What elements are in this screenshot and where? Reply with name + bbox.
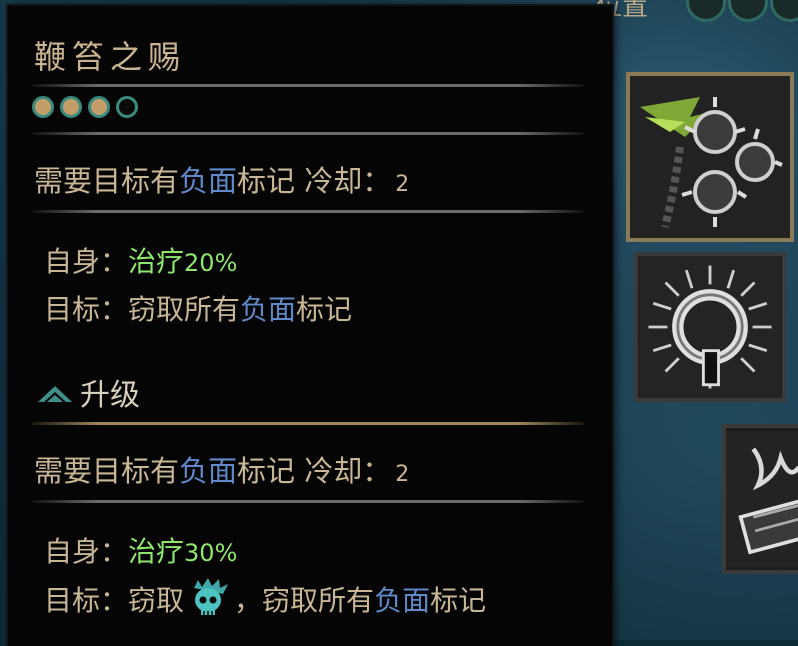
skill-slot-chained-box[interactable] [722, 424, 798, 574]
upgrade-label: 升级 [80, 378, 140, 413]
req-text: 标记 [237, 454, 296, 488]
base-target-effect: 目标：窃取所有负面标记 [44, 288, 352, 328]
upgraded-requirement-divider [32, 500, 584, 503]
cooldown-value: 2 [395, 172, 410, 197]
upgrade-icon [38, 386, 72, 402]
self-label: 自身： [44, 535, 129, 568]
upgraded-requirement-line: 需要目标有负面标记 冷却： 2 [34, 448, 409, 490]
flail-skill-icon [630, 77, 790, 237]
req-text: 标记 [237, 164, 296, 198]
heal-keyword: 治疗 [128, 535, 185, 568]
upgraded-self-effect: 自身：治疗30% [44, 530, 237, 570]
target-text: 窃取 [128, 584, 185, 617]
skill-title: 鞭笞之赐 [34, 38, 187, 76]
self-label: 自身： [44, 245, 129, 278]
cooldown-value: 2 [395, 462, 410, 487]
target-text: 窃取所有 [262, 584, 375, 617]
upgrade-header: 升级 [36, 370, 140, 414]
skill-slot-flail[interactable] [626, 72, 794, 242]
target-separator: ， [234, 584, 263, 617]
cooldown-label: 冷却： [304, 164, 392, 198]
target-text: 标记 [430, 584, 487, 617]
heal-value: 20% [184, 249, 238, 277]
target-text: 窃取所有 [128, 293, 241, 326]
pips-divider [32, 132, 584, 135]
base-requirement-line: 需要目标有负面标记 冷却： 2 [34, 158, 409, 200]
req-text: 需要目标有 [34, 454, 180, 488]
heal-keyword: 治疗 [128, 245, 185, 278]
negative-keyword: 负面 [240, 293, 297, 326]
rank-pip-filled [88, 96, 110, 118]
thorn-ring-skill-icon [639, 256, 781, 398]
rank-pip-empty [116, 96, 138, 118]
skill-rank-pips [32, 96, 138, 118]
req-text: 需要目标有 [34, 164, 180, 198]
target-label: 目标： [44, 584, 129, 617]
upgrade-divider [32, 422, 584, 425]
upgraded-target-effect: 目标：窃取 ，窃取所有负面标记 [44, 578, 486, 619]
negative-keyword: 负面 [374, 584, 431, 617]
negative-keyword: 负面 [179, 164, 238, 198]
title-divider [32, 84, 584, 87]
base-self-effect: 自身：治疗20% [44, 240, 237, 280]
skull-icon [194, 578, 229, 615]
rank-pip-filled [32, 96, 54, 118]
target-text: 标记 [296, 293, 353, 326]
rank-pip-filled [60, 96, 82, 118]
heal-value: 30% [184, 539, 238, 567]
chained-box-skill-icon [726, 430, 798, 568]
requirement-divider [32, 210, 584, 213]
negative-keyword: 负面 [179, 454, 238, 488]
skill-slot-thorn-ring[interactable] [634, 252, 786, 402]
cooldown-label: 冷却： [304, 454, 392, 488]
target-label: 目标： [44, 293, 129, 326]
